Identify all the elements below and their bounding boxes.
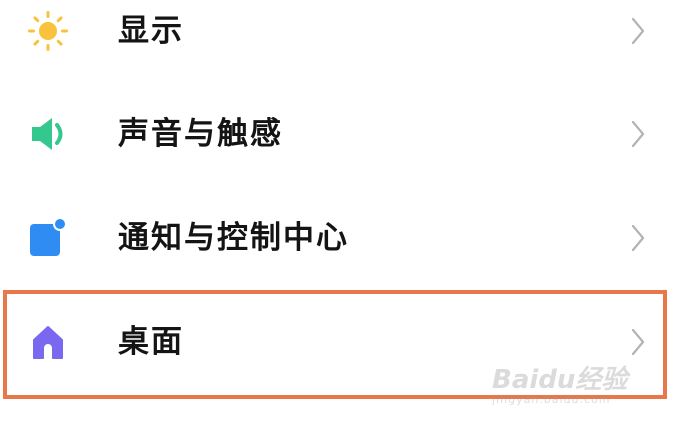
settings-item-label: 桌面: [118, 324, 184, 360]
settings-item-notifications-control-center[interactable]: 通知与控制中心: [0, 190, 676, 286]
settings-item-label: 声音与触感: [118, 116, 283, 152]
settings-item-desktop[interactable]: 桌面: [0, 294, 676, 390]
notification-icon: [30, 217, 67, 256]
settings-item-label: 显示: [118, 13, 184, 49]
home-icon: [33, 326, 63, 359]
watermark-subtext: jingyan.baidu.com: [492, 393, 611, 406]
chevron-right-icon: [631, 120, 645, 148]
speaker-icon: [32, 118, 63, 150]
chevron-right-icon: [631, 17, 645, 45]
sun-icon: [28, 11, 68, 51]
settings-item-display[interactable]: 显示: [0, 0, 676, 79]
settings-item-sound-haptics[interactable]: 声音与触感: [0, 86, 676, 182]
chevron-right-icon: [631, 224, 645, 252]
chevron-right-icon: [631, 328, 645, 356]
settings-list: 显示 声音与触感 通知与控制中心 桌面 Baidu经验 jingyan.baid…: [0, 0, 676, 425]
settings-item-label: 通知与控制中心: [118, 220, 349, 256]
